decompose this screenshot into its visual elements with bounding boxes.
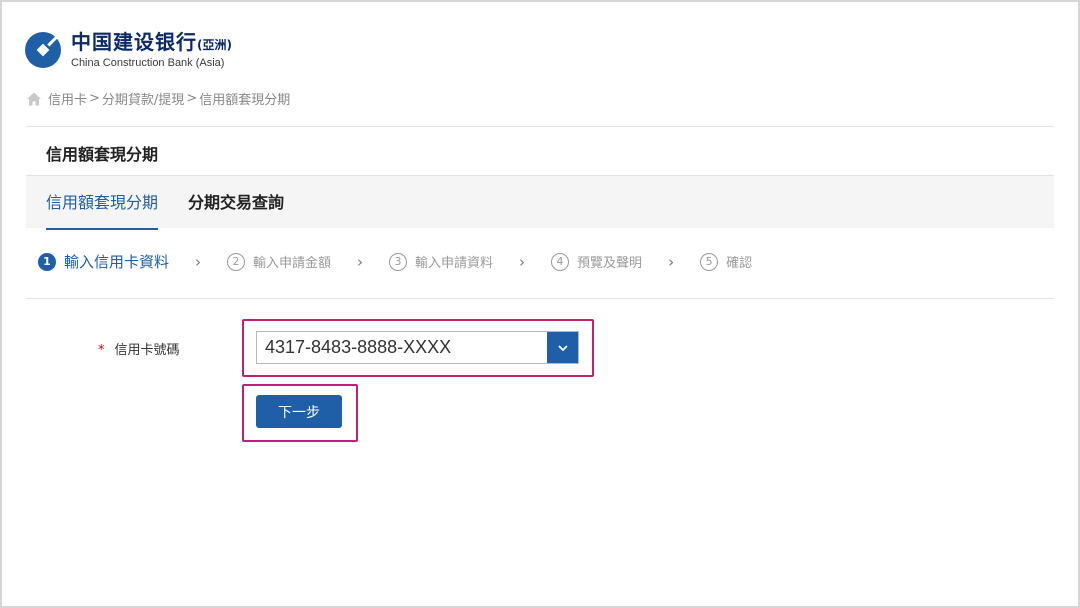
card-number-select[interactable]: 4317-8483-8888-XXXX [256,331,579,364]
chevron-down-icon[interactable] [547,332,578,363]
chevron-right-icon: › [357,252,364,271]
step-5: 5 確認 [700,252,752,271]
progress-steps: 1 輸入信用卡資料 › 2 輸入申請金額 › 3 輸入申請資料 › 4 預覽及聲… [38,251,752,272]
step-number: 1 [38,252,56,271]
step-number: 3 [389,252,408,271]
step-1: 1 輸入信用卡資料 [38,251,169,272]
ccb-logo-icon [25,32,61,68]
required-mark: * [98,343,105,358]
step-2: 2 輸入申請金額 [227,252,331,271]
card-number-value: 4317-8483-8888-XXXX [265,337,452,357]
bank-name-en: China Construction Bank (Asia) [71,56,225,69]
tab-installment-query[interactable]: 分期交易查詢 [188,176,284,229]
steps-divider [26,298,1054,299]
bank-logo[interactable]: 中国建设银行(亞洲) China Construction Bank (Asia… [24,30,232,70]
step-number: 2 [227,252,246,271]
step-label: 輸入申請金額 [253,256,332,271]
next-step-button[interactable]: 下一步 [256,395,342,428]
breadcrumb-item-credit-card[interactable]: 信用卡 [48,89,87,108]
home-icon[interactable] [26,91,42,107]
page-title: 信用額套現分期 [46,145,159,164]
step-label: 確認 [726,256,753,271]
card-number-label-text: 信用卡號碼 [114,343,180,358]
chevron-right-icon: › [668,252,675,271]
step-label: 輸入信用卡資料 [64,253,170,271]
step-label: 預覽及聲明 [577,256,643,271]
tab-bar: 信用額套現分期 分期交易查詢 [26,175,1054,230]
step-4: 4 預覽及聲明 [551,252,642,271]
step-3: 3 輸入申請資料 [389,252,493,271]
breadcrumb: 信用卡 > 分期貸款/提現 > 信用額套現分期 [26,89,290,108]
bank-name-cn: 中国建设银行(亞洲) [71,29,232,54]
breadcrumb-separator: > [186,91,198,106]
chevron-right-icon: › [195,252,202,271]
breadcrumb-item-installment[interactable]: 分期貸款/提現 [102,89,184,108]
card-number-label: * 信用卡號碼 [98,339,180,358]
step-number: 4 [551,252,570,271]
breadcrumb-item-current: 信用額套現分期 [199,93,291,108]
breadcrumb-separator: > [89,91,100,106]
step-number: 5 [700,252,719,271]
title-divider [26,126,1054,127]
chevron-right-icon: › [519,252,526,271]
step-label: 輸入申請資料 [415,256,494,271]
bank-name-suffix: (亞洲) [197,37,232,52]
tab-cash-installment[interactable]: 信用額套現分期 [46,176,159,230]
